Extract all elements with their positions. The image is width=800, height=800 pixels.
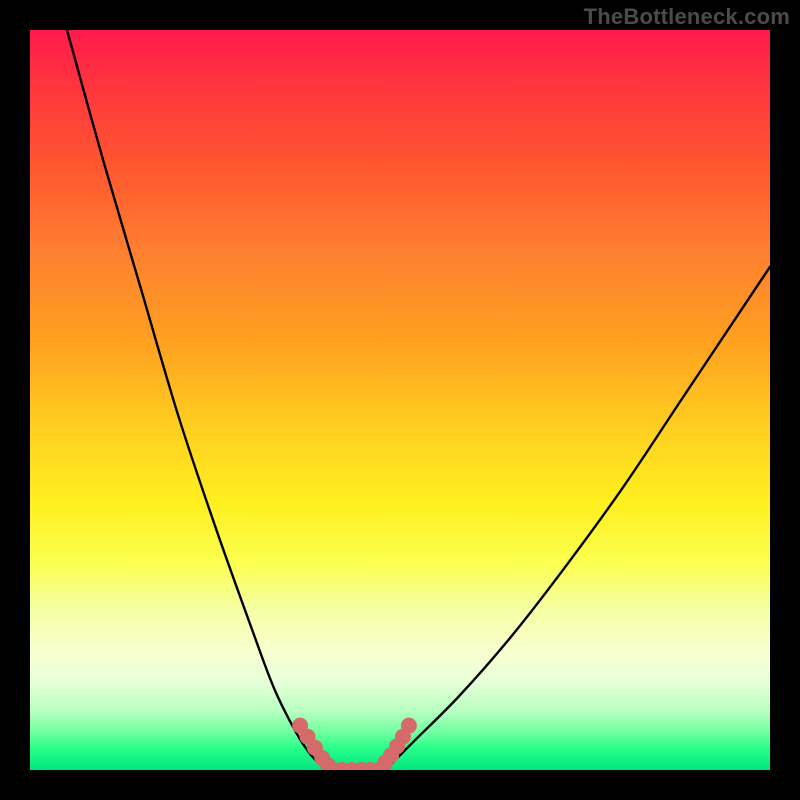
marker-dot <box>401 718 416 733</box>
marker-group <box>293 718 417 770</box>
watermark-text: TheBottleneck.com <box>584 4 790 30</box>
curve-right-branch <box>385 267 770 770</box>
curve-layer <box>30 30 770 770</box>
plot-area <box>30 30 770 770</box>
chart-root: { "watermark": "TheBottleneck.com", "col… <box>0 0 800 800</box>
curve-left-branch <box>67 30 326 770</box>
